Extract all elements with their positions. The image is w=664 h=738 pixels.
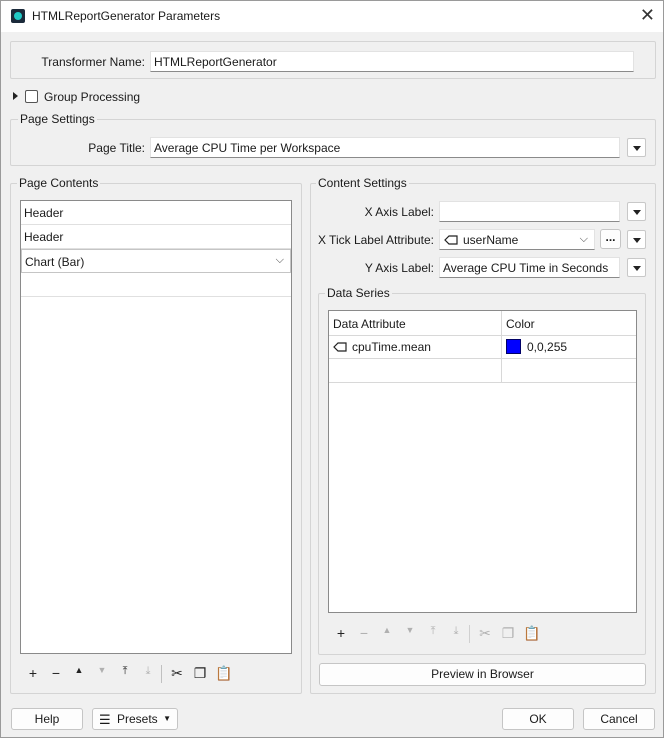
group-processing-checkbox[interactable] [25, 90, 38, 103]
move-down-icon[interactable]: ▼ [402, 625, 418, 635]
move-bottom-icon[interactable]: ⤓ [140, 665, 156, 678]
sliders-icon: ☰ [99, 712, 111, 727]
remove-icon[interactable]: − [356, 625, 372, 641]
paste-icon[interactable]: 📋 [215, 665, 232, 682]
column-header-color[interactable]: Color [502, 311, 636, 335]
page-title-input[interactable]: Average CPU Time per Workspace [150, 137, 620, 158]
list-item[interactable]: Header [21, 225, 291, 249]
app-icon [11, 9, 25, 23]
transformer-name-input[interactable]: HTMLReportGenerator [150, 51, 634, 72]
move-top-icon[interactable]: ⤒ [117, 665, 133, 678]
attribute-value: cpuTime.mean [352, 340, 431, 354]
page-contents-title: Page Contents [17, 176, 101, 190]
group-processing-label: Group Processing [44, 90, 141, 104]
move-top-icon[interactable]: ⤒ [425, 625, 441, 638]
attribute-icon [444, 235, 458, 245]
list-item[interactable] [21, 273, 291, 297]
add-icon[interactable]: + [25, 665, 41, 681]
page-title-label: Page Title: [88, 141, 145, 155]
x-tick-menu-button[interactable] [627, 230, 646, 249]
close-icon[interactable]: ✕ [640, 5, 655, 25]
x-tick-value: userName [463, 233, 519, 247]
list-item[interactable]: Header [21, 201, 291, 225]
data-series-table[interactable]: Data Attribute Color cpuTime.mean 0,0,25… [328, 310, 637, 613]
data-series-title: Data Series [325, 286, 392, 300]
chevron-down-icon[interactable]: ⌵ [580, 233, 588, 246]
add-icon[interactable]: + [333, 625, 349, 641]
row-divider [329, 358, 636, 359]
color-value[interactable]: 0,0,255 [527, 340, 567, 354]
window-title: HTMLReportGenerator Parameters [32, 9, 221, 23]
cut-icon[interactable]: ✂ [169, 665, 185, 682]
row-divider [329, 335, 636, 336]
attribute-icon [333, 342, 347, 352]
move-bottom-icon[interactable]: ⤓ [448, 625, 464, 638]
column-divider [501, 311, 502, 382]
dropdown-arrow-icon[interactable]: ▼ [163, 709, 171, 729]
cancel-button[interactable]: Cancel [583, 708, 655, 730]
remove-icon[interactable]: − [48, 665, 64, 681]
copy-icon[interactable]: ❐ [500, 625, 516, 642]
x-tick-select[interactable]: userName ⌵ [439, 229, 595, 250]
transformer-name-label: Transformer Name: [41, 55, 145, 69]
column-header-attribute[interactable]: Data Attribute [329, 311, 501, 335]
y-axis-label: Y Axis Label: [364, 261, 434, 275]
x-axis-input[interactable] [439, 201, 620, 222]
page-contents-list[interactable]: Header Header Chart (Bar) ⌵ [20, 200, 292, 654]
x-tick-label: X Tick Label Attribute: [317, 233, 434, 247]
browse-button[interactable]: ... [600, 229, 621, 249]
list-item-selected[interactable]: Chart (Bar) ⌵ [21, 249, 291, 273]
table-row-attribute[interactable]: cpuTime.mean [333, 340, 431, 354]
move-down-icon[interactable]: ▼ [94, 665, 110, 675]
expand-arrow-icon[interactable] [13, 92, 18, 100]
page-title-menu-button[interactable] [627, 138, 646, 157]
chevron-down-icon[interactable]: ⌵ [276, 254, 284, 267]
presets-button[interactable]: ☰ Presets ▼ [92, 708, 178, 730]
x-axis-label: X Axis Label: [364, 205, 434, 219]
move-up-icon[interactable]: ▲ [379, 625, 395, 635]
preview-in-browser-button[interactable]: Preview in Browser [319, 663, 646, 686]
toolbar-divider [469, 625, 470, 643]
copy-icon[interactable]: ❐ [192, 665, 208, 682]
content-settings-title: Content Settings [316, 176, 409, 190]
row-divider [329, 382, 636, 383]
color-swatch[interactable] [506, 339, 521, 354]
toolbar-divider [161, 665, 162, 683]
cut-icon[interactable]: ✂ [477, 625, 493, 642]
y-axis-input[interactable]: Average CPU Time in Seconds [439, 257, 620, 278]
move-up-icon[interactable]: ▲ [71, 665, 87, 675]
title-bar: HTMLReportGenerator Parameters ✕ [1, 1, 663, 32]
x-axis-menu-button[interactable] [627, 202, 646, 221]
page-settings-title: Page Settings [18, 112, 97, 126]
presets-label: Presets [117, 712, 158, 726]
list-item-label: Chart (Bar) [25, 255, 85, 269]
ok-button[interactable]: OK [502, 708, 574, 730]
paste-icon[interactable]: 📋 [523, 625, 540, 642]
help-button[interactable]: Help [11, 708, 83, 730]
dialog-window: HTMLReportGenerator Parameters ✕ Transfo… [0, 0, 664, 738]
y-axis-menu-button[interactable] [627, 258, 646, 277]
